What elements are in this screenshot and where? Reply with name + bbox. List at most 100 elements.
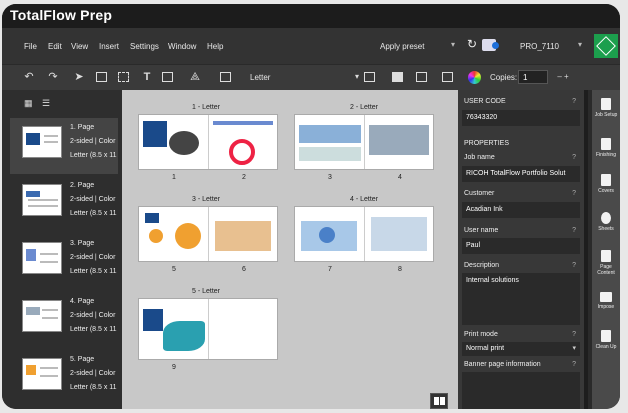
page-number: 3 <box>328 174 332 181</box>
sidebar-item-impose[interactable]: Impose <box>592 292 620 310</box>
list-item[interactable]: 2. Page 2-sided | Color Letter (8.5 x 11 <box>10 176 118 232</box>
menu-insert[interactable]: Insert <box>99 42 119 51</box>
description-field[interactable]: Internal solutions <box>462 273 580 325</box>
page-thumbnail <box>22 126 62 158</box>
customer-label: Customer <box>464 190 495 197</box>
help-icon[interactable]: ? <box>572 331 576 338</box>
spread-1[interactable] <box>138 114 278 170</box>
job-sides: 2-sided | Color <box>70 254 116 261</box>
page-number: 7 <box>328 266 332 273</box>
image-tool-icon[interactable] <box>162 72 173 82</box>
help-icon[interactable]: ? <box>572 361 576 368</box>
list-item[interactable]: 1. Page 2-sided | Color Letter (8.5 x 11 <box>10 118 118 174</box>
scrollbar[interactable] <box>584 90 588 409</box>
sidebar-item-label: Finishing <box>595 152 616 158</box>
duplex-icon[interactable] <box>392 72 403 82</box>
title-bar: TotalFlow Prep <box>2 4 620 28</box>
job-title: 5. Page <box>70 356 95 363</box>
menu-edit[interactable]: Edit <box>48 42 62 51</box>
spread-4[interactable] <box>294 206 434 262</box>
print-mode-value: Normal print <box>466 345 505 352</box>
copies-input[interactable]: 1 <box>518 70 548 84</box>
layout-icon[interactable] <box>364 72 375 82</box>
help-icon[interactable]: ? <box>572 154 576 161</box>
refresh-icon[interactable]: ↻ <box>467 37 477 51</box>
settings-sidebar: Job Setup Finishing Covers Sheets Page C… <box>592 90 620 409</box>
redo-icon[interactable]: ↷ <box>46 70 60 84</box>
cover-icon <box>601 174 611 186</box>
finishing-icon[interactable] <box>442 72 453 82</box>
toolbar: ↶ ↷ ➤ T ⟁ Letter ▾ Copies: 1 – + <box>2 64 620 90</box>
spread-3[interactable] <box>138 206 278 262</box>
help-icon[interactable]: ? <box>572 190 576 197</box>
print-mode-select[interactable]: Normal print ▾ <box>462 342 580 356</box>
page-number: 1 <box>172 174 176 181</box>
apply-preset-dropdown[interactable]: Apply preset <box>380 42 424 51</box>
list-view-icon[interactable]: ☰ <box>42 98 50 109</box>
view-toggle-icon[interactable] <box>430 393 448 409</box>
job-size: Letter (8.5 x 11 <box>70 384 117 391</box>
color-mode-icon[interactable] <box>468 71 481 84</box>
sidebar-item-finishing[interactable]: Finishing <box>592 138 620 158</box>
send-to-printer-button[interactable] <box>594 34 618 58</box>
help-icon[interactable]: ? <box>572 227 576 234</box>
sidebar-item-page-content[interactable]: Page Content <box>592 250 620 276</box>
customer-field[interactable]: Acadian Ink <box>462 202 580 218</box>
spread-label: 1 - Letter <box>192 104 221 111</box>
menu-view[interactable]: View <box>71 42 88 51</box>
rectangle-icon[interactable] <box>96 72 107 82</box>
user-name-field[interactable]: Paul <box>462 238 580 254</box>
paper-size-selector[interactable]: Letter <box>250 73 270 82</box>
sidebar-item-covers[interactable]: Covers <box>592 174 620 194</box>
job-size: Letter (8.5 x 11 <box>70 210 117 217</box>
sidebar-item-label: Clean Up <box>595 344 617 350</box>
menu-file[interactable]: File <box>24 42 37 51</box>
app-window: TotalFlow Prep File Edit View Insert Set… <box>2 4 620 409</box>
banner-page-field[interactable] <box>462 372 580 409</box>
list-item[interactable]: 5. Page 2-sided | Color Letter (8.5 x 11 <box>10 350 118 406</box>
job-title: 2. Page <box>70 182 95 189</box>
job-name-field[interactable]: RICOH TotalFlow Portfolio Solut <box>462 166 580 182</box>
page-thumbnail <box>22 300 62 332</box>
user-code-field[interactable]: 76343320 <box>462 110 580 126</box>
page-thumbnail <box>22 358 62 390</box>
help-icon[interactable]: ? <box>572 98 576 105</box>
printer-selector[interactable]: PRO_7110 <box>520 42 559 51</box>
grid-icon <box>600 292 612 302</box>
spread-2[interactable] <box>294 114 434 170</box>
staple-icon <box>601 138 611 150</box>
spread-canvas: 1 - Letter 1 2 2 - Letter 3 4 3 - Letter <box>122 90 458 409</box>
copies-stepper[interactable]: – + <box>550 70 576 84</box>
chevron-down-icon[interactable]: ▾ <box>451 40 455 49</box>
spread-5[interactable] <box>138 298 278 360</box>
document-icon <box>601 98 611 110</box>
page-setup-icon[interactable] <box>220 72 231 82</box>
help-icon[interactable]: ? <box>572 262 576 269</box>
media-icon[interactable] <box>416 72 427 82</box>
sidebar-item-clean-up[interactable]: Clean Up <box>592 330 620 350</box>
chevron-down-icon[interactable]: ▾ <box>578 40 582 49</box>
job-name-label: Job name <box>464 154 495 161</box>
chevron-down-icon[interactable]: ▾ <box>350 70 364 84</box>
text-tool-icon[interactable]: T <box>140 70 154 84</box>
list-item[interactable]: 3. Page 2-sided | Color Letter (8.5 x 11 <box>10 234 118 290</box>
properties-heading: PROPERTIES <box>464 140 509 147</box>
job-list-panel: ▦ ☰ 1. Page 2-sided | Color Letter (8.5 … <box>2 90 122 409</box>
menu-settings[interactable]: Settings <box>130 42 159 51</box>
printer-icon[interactable] <box>482 39 499 51</box>
page-number: 4 <box>398 174 402 181</box>
sidebar-item-job-setup[interactable]: Job Setup <box>592 98 620 118</box>
crop-icon[interactable] <box>118 72 129 82</box>
menu-window[interactable]: Window <box>168 42 196 51</box>
undo-icon[interactable]: ↶ <box>22 70 36 84</box>
grid-view-icon[interactable]: ▦ <box>24 98 33 109</box>
stamp-icon[interactable]: ⟁ <box>188 70 202 84</box>
job-sides: 2-sided | Color <box>70 312 116 319</box>
list-item[interactable]: 4. Page 2-sided | Color Letter (8.5 x 11 <box>10 292 118 348</box>
spread-label: 3 - Letter <box>192 196 221 203</box>
job-sides: 2-sided | Color <box>70 138 116 145</box>
sidebar-item-sheets[interactable]: Sheets <box>592 212 620 232</box>
select-pointer-icon[interactable]: ➤ <box>72 70 86 84</box>
menu-help[interactable]: Help <box>207 42 223 51</box>
job-size: Letter (8.5 x 11 <box>70 152 117 159</box>
